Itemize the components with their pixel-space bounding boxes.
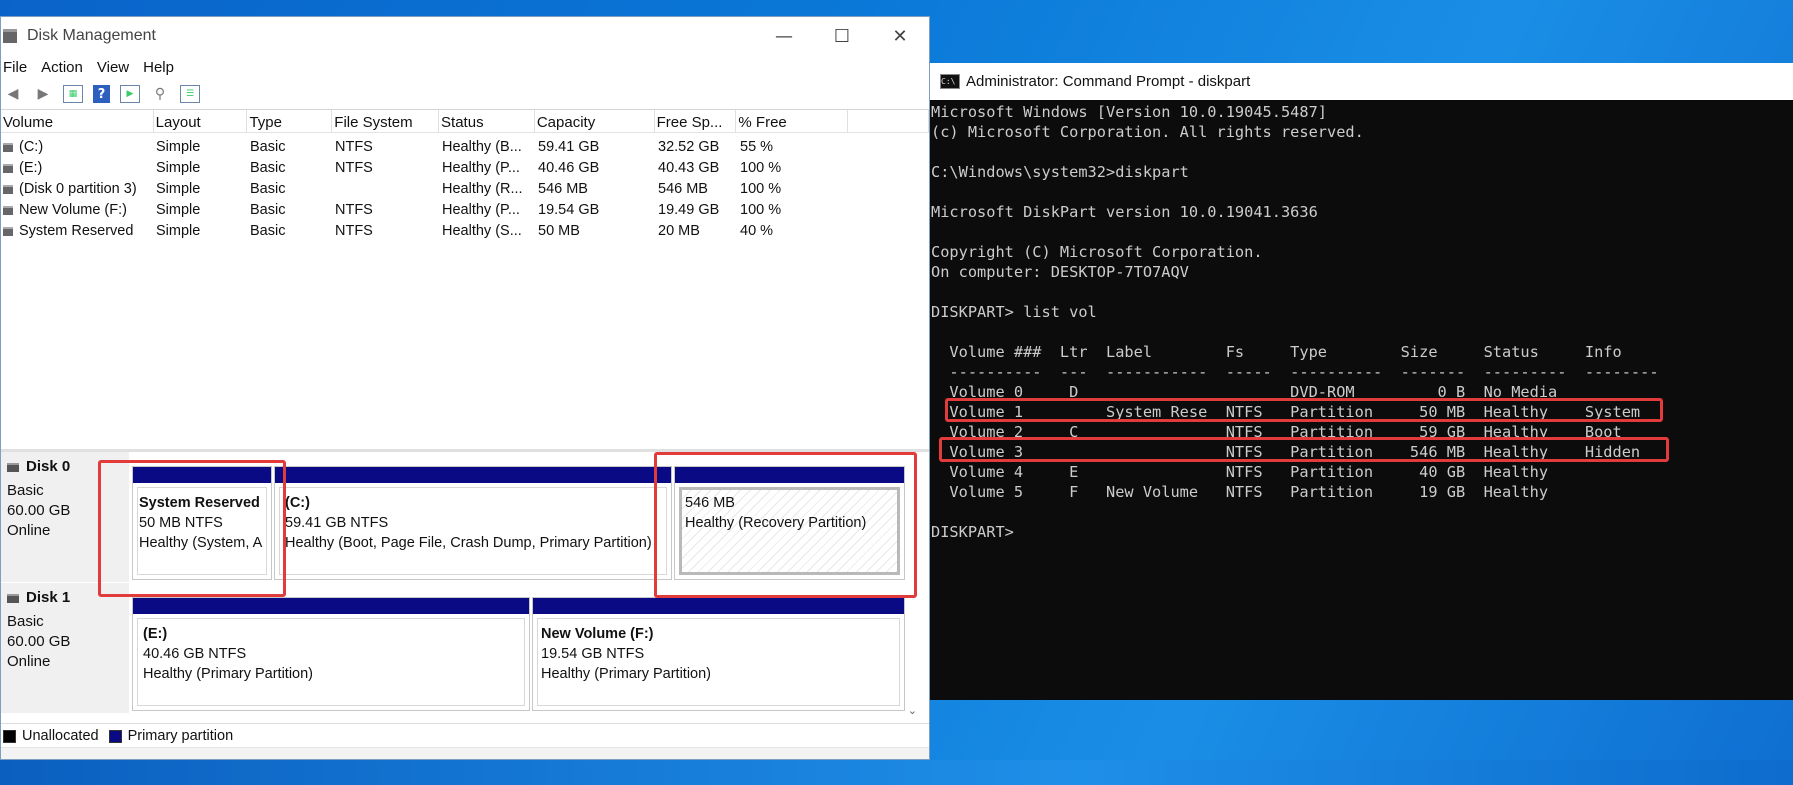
legend-unallocated: Unallocated bbox=[22, 728, 99, 744]
console-line: Volume 5 F New Volume NTFS Partition 19 … bbox=[931, 483, 1549, 501]
column-layout[interactable]: Layout bbox=[154, 110, 248, 132]
scroll-down-icon[interactable]: ⌄ bbox=[908, 704, 917, 717]
column-file-system[interactable]: File System bbox=[332, 110, 440, 132]
settings-list-icon[interactable]: ☰ bbox=[180, 85, 200, 103]
volume-icon bbox=[3, 163, 13, 173]
cmd-console-output[interactable]: Microsoft Windows [Version 10.0.19045.54… bbox=[930, 100, 1793, 542]
table-row[interactable]: (E:) Simple Basic NTFS Healthy (P... 40.… bbox=[1, 158, 929, 179]
highlight-volume-1 bbox=[945, 398, 1663, 422]
menu-help[interactable]: Help bbox=[143, 59, 174, 76]
disk-management-window: Disk Management — ☐ ✕ File Action View H… bbox=[0, 16, 930, 760]
partition-e[interactable]: (E:) 40.46 GB NTFS Healthy (Primary Part… bbox=[132, 597, 530, 711]
volume-icon bbox=[3, 184, 13, 194]
disk-1-row: Disk 1 Basic 60.00 GB Online (E:) 40.46 … bbox=[1, 583, 921, 713]
desktop-background bbox=[0, 760, 1793, 785]
highlight-recovery-partition bbox=[654, 452, 917, 598]
help-icon[interactable]: ? bbox=[93, 85, 110, 103]
status-bar bbox=[1, 747, 929, 759]
minimize-button[interactable]: — bbox=[755, 26, 813, 47]
disk-graphical-view: Disk 0 Basic 60.00 GB Online System Rese… bbox=[1, 449, 929, 724]
console-line: Volume ### Ltr Label Fs Type Size Status… bbox=[931, 343, 1622, 361]
title-bar[interactable]: Disk Management — ☐ ✕ bbox=[1, 17, 929, 55]
volume-icon bbox=[3, 226, 13, 236]
disk-icon bbox=[7, 593, 19, 603]
forward-arrow-icon[interactable]: ▶ bbox=[33, 85, 53, 103]
console-line: On computer: DESKTOP-7TO7AQV bbox=[931, 263, 1189, 281]
maximize-button[interactable]: ☐ bbox=[813, 26, 871, 47]
column-capacity[interactable]: Capacity bbox=[535, 110, 655, 132]
menu-file[interactable]: File bbox=[3, 59, 27, 76]
console-line: Copyright (C) Microsoft Corporation. bbox=[931, 243, 1263, 261]
properties-icon[interactable]: ▦ bbox=[63, 85, 83, 103]
console-line: DISKPART> list vol bbox=[931, 303, 1097, 321]
cmd-title-bar[interactable]: C:\ Administrator: Command Prompt - disk… bbox=[930, 63, 1793, 100]
column-free-space[interactable]: Free Sp... bbox=[655, 110, 737, 132]
console-line: ---------- --- ----------- ----- -------… bbox=[931, 363, 1659, 381]
command-prompt-window: C:\ Administrator: Command Prompt - disk… bbox=[930, 63, 1793, 700]
console-line: C:\Windows\system32>diskpart bbox=[931, 163, 1189, 181]
partition-c[interactable]: (C:) 59.41 GB NTFS Healthy (Boot, Page F… bbox=[274, 466, 672, 580]
table-row[interactable]: (C:) Simple Basic NTFS Healthy (B... 59.… bbox=[1, 137, 929, 158]
menu-view[interactable]: View bbox=[97, 59, 129, 76]
console-line: Microsoft Windows [Version 10.0.19045.54… bbox=[931, 103, 1328, 121]
highlight-system-reserved bbox=[98, 460, 286, 597]
console-line: DISKPART> bbox=[931, 523, 1014, 541]
console-line: (c) Microsoft Corporation. All rights re… bbox=[931, 123, 1364, 141]
cmd-icon: C:\ bbox=[940, 74, 960, 89]
legend-primary-partition: Primary partition bbox=[127, 728, 234, 744]
partition-f[interactable]: New Volume (F:) 19.54 GB NTFS Healthy (P… bbox=[532, 597, 905, 711]
unallocated-swatch bbox=[3, 729, 16, 743]
primary-partition-swatch bbox=[108, 729, 122, 743]
column-status[interactable]: Status bbox=[439, 110, 535, 132]
disk-1-label[interactable]: Disk 1 Basic 60.00 GB Online bbox=[1, 583, 129, 713]
table-row[interactable]: New Volume (F:) Simple Basic NTFS Health… bbox=[1, 200, 929, 221]
console-line: Volume 4 E NTFS Partition 40 GB Healthy bbox=[931, 463, 1549, 481]
show-hide-pane-icon[interactable]: ▶ bbox=[120, 85, 140, 103]
volume-icon bbox=[3, 142, 13, 152]
volume-list-header: Volume Layout Type File System Status Ca… bbox=[1, 110, 929, 133]
volume-icon bbox=[3, 205, 13, 215]
cmd-window-title: Administrator: Command Prompt - diskpart bbox=[966, 73, 1251, 90]
column-volume[interactable]: Volume bbox=[1, 110, 154, 132]
column-type[interactable]: Type bbox=[247, 110, 333, 132]
window-title: Disk Management bbox=[27, 27, 156, 44]
column-percent-free[interactable]: % Free bbox=[736, 110, 849, 132]
console-line: Microsoft DiskPart version 10.0.19041.36… bbox=[931, 203, 1318, 221]
disk-icon bbox=[7, 462, 19, 472]
menu-action[interactable]: Action bbox=[41, 59, 83, 76]
disk-management-icon bbox=[3, 29, 17, 43]
toolbar: ◀ ▶ ▦ ? ▶ ⚲ ☰ bbox=[1, 79, 929, 110]
close-button[interactable]: ✕ bbox=[871, 26, 929, 47]
back-arrow-icon[interactable]: ◀ bbox=[3, 85, 23, 103]
legend: Unallocated Primary partition bbox=[1, 723, 929, 748]
column-empty bbox=[848, 110, 929, 132]
table-row[interactable]: System Reserved Simple Basic NTFS Health… bbox=[1, 221, 929, 242]
connect-icon[interactable]: ⚲ bbox=[150, 85, 170, 103]
highlight-volume-3 bbox=[939, 437, 1669, 462]
volume-list: Volume Layout Type File System Status Ca… bbox=[1, 110, 929, 410]
table-row[interactable]: (Disk 0 partition 3) Simple Basic Health… bbox=[1, 179, 929, 200]
menu-bar: File Action View Help bbox=[1, 55, 929, 79]
